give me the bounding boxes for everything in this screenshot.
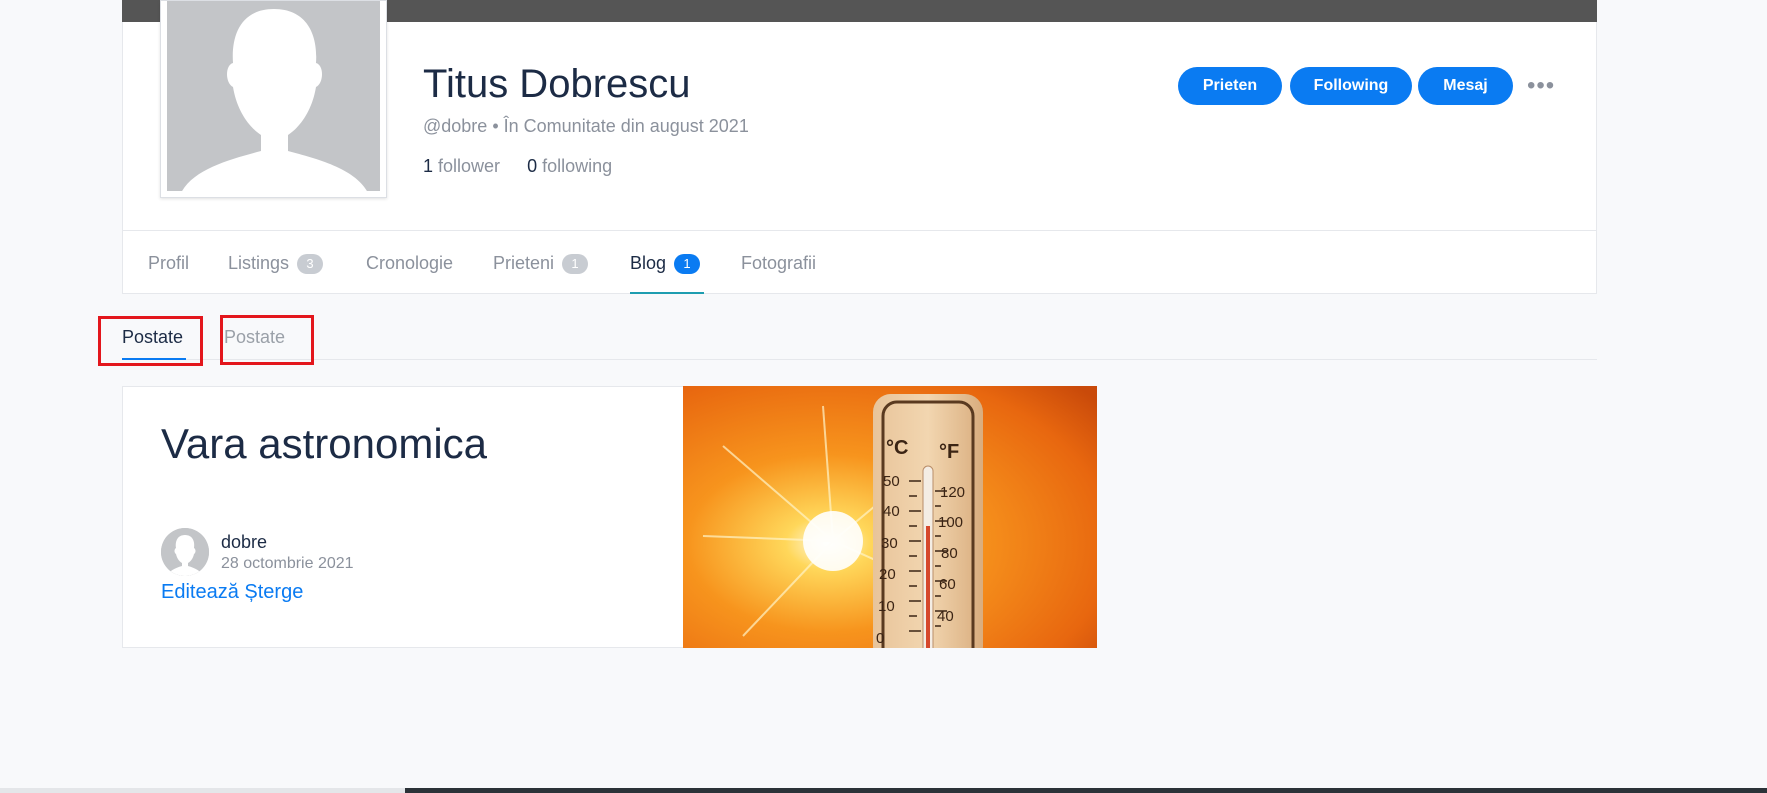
following-link[interactable]: 0 following	[527, 156, 612, 176]
tab-blog[interactable]: Blog 1	[630, 253, 701, 274]
tab-label: Cronologie	[366, 253, 454, 273]
default-user-silhouette-icon	[167, 1, 380, 191]
bottom-scroll-edge	[0, 788, 1767, 793]
following-label: following	[542, 156, 613, 176]
post-author[interactable]: dobre	[221, 532, 267, 553]
friend-button[interactable]: Prieten	[1178, 67, 1282, 105]
profile-avatar	[160, 0, 387, 198]
member-since: În Comunitate din august 2021	[503, 116, 749, 136]
tab-label: Fotografii	[741, 253, 817, 273]
svg-text:120: 120	[940, 484, 965, 501]
post-image-thermometer[interactable]: °C °F 50 40 30 20 10 0 120 100 80 60 40	[683, 386, 1097, 648]
svg-text:30: 30	[881, 535, 898, 552]
profile-name: Titus Dobrescu	[423, 62, 691, 106]
svg-text:°C: °C	[886, 437, 908, 459]
friends-count-badge: 1	[562, 254, 589, 274]
author-avatar	[161, 528, 209, 576]
svg-text:80: 80	[941, 545, 958, 562]
svg-text:100: 100	[938, 514, 963, 531]
message-button[interactable]: Mesaj	[1418, 67, 1513, 105]
svg-text:40: 40	[883, 503, 900, 520]
post-actions: Editează Șterge	[161, 581, 303, 604]
tab-label: Blog	[630, 253, 667, 273]
highlight-box-second	[220, 315, 314, 365]
profile-handle: @dobre	[423, 116, 488, 136]
more-options-icon[interactable]: •••	[1527, 72, 1555, 100]
svg-text:20: 20	[879, 566, 896, 583]
tab-profil[interactable]: Profil	[148, 253, 189, 274]
active-tab-indicator	[630, 292, 704, 294]
profile-stats: 1 follower 0 following	[423, 156, 612, 177]
svg-text:50: 50	[883, 473, 900, 490]
thermometer-sun-illustration: °C °F 50 40 30 20 10 0 120 100 80 60 40	[683, 386, 1097, 648]
tab-label: Profil	[148, 253, 190, 273]
tab-prieteni[interactable]: Prieteni 1	[493, 253, 589, 274]
svg-text:0: 0	[876, 630, 884, 647]
profile-nav	[122, 230, 1597, 294]
default-user-silhouette-icon	[161, 528, 209, 576]
meta-separator: •	[492, 116, 499, 136]
tab-listings[interactable]: Listings 3	[228, 253, 324, 274]
svg-text:60: 60	[939, 576, 956, 593]
subtabs-divider	[122, 359, 1597, 360]
tab-cronologie[interactable]: Cronologie	[366, 253, 453, 274]
listings-count-badge: 3	[297, 254, 324, 274]
edit-post-link[interactable]: Editează	[161, 581, 239, 603]
following-count: 0	[527, 156, 538, 176]
post-title[interactable]: Vara astronomica	[161, 420, 487, 468]
followers-count: 1	[423, 156, 434, 176]
highlight-box-first	[98, 316, 203, 366]
svg-text:10: 10	[878, 598, 895, 615]
tab-fotografii[interactable]: Fotografii	[741, 253, 816, 274]
post-date: 28 octombrie 2021	[221, 555, 354, 572]
following-button[interactable]: Following	[1290, 67, 1412, 105]
followers-link[interactable]: 1 follower	[423, 156, 500, 176]
tab-label: Prieteni	[493, 253, 555, 273]
delete-post-link[interactable]: Șterge	[244, 581, 303, 603]
svg-text:°F: °F	[939, 441, 959, 463]
followers-label: follower	[438, 156, 501, 176]
tab-label: Listings	[228, 253, 290, 273]
blog-count-badge: 1	[674, 254, 701, 274]
profile-meta: @dobre • În Comunitate din august 2021	[423, 116, 749, 137]
